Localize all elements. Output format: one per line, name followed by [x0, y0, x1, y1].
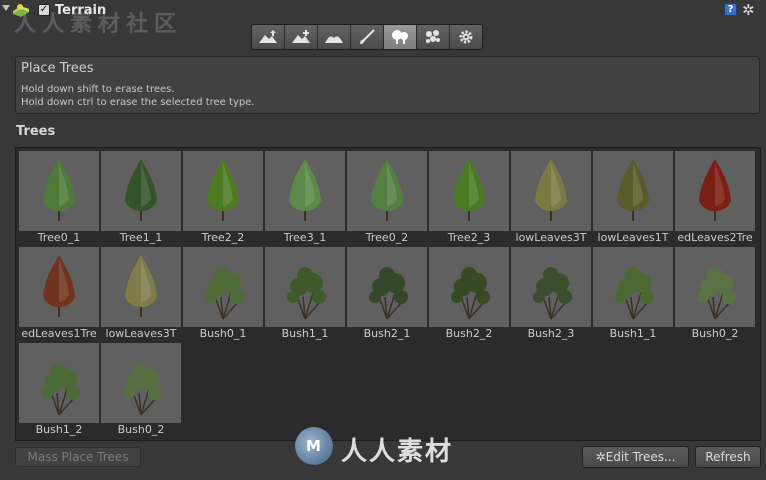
tool-place-trees[interactable] — [384, 25, 417, 49]
tree-prototype-tile[interactable]: Tree2_3 — [429, 151, 509, 247]
tree-preview-image — [101, 247, 181, 327]
place-trees-help-box: Place Trees Hold down shift to erase tre… — [15, 56, 760, 114]
tree-preview-image — [675, 151, 755, 231]
tree-preview-image — [675, 247, 755, 327]
tree-preview-image — [19, 247, 99, 327]
tree-prototype-label: lowLeaves1T — [597, 231, 669, 244]
tree-prototype-label: Bush2_2 — [445, 327, 493, 340]
tree-prototype-label: edLeaves1Tre — [21, 327, 97, 340]
tree-prototype-label: Tree2_3 — [447, 231, 491, 244]
tree-prototype-label: Bush0_1 — [199, 327, 247, 340]
tree-prototype-tile[interactable]: Bush0_2 — [101, 343, 181, 439]
refresh-button[interactable]: Refresh — [695, 446, 761, 468]
trees-icon — [392, 30, 408, 44]
tree-prototype-grid: Tree0_1 Tree1_1 Tree2_2 Tree3_1 Tree0_2 Tree2… — [15, 147, 761, 441]
tree-prototype-tile[interactable]: Bush2_2 — [429, 247, 509, 343]
tree-prototype-tile[interactable]: lowLeaves3T — [511, 151, 591, 247]
tree-preview-image — [19, 151, 99, 231]
tree-preview-image — [429, 247, 509, 327]
watermark-text: 人人素材社区 — [14, 12, 183, 37]
tree-prototype-tile[interactable]: Bush2_3 — [511, 247, 591, 343]
tree-prototype-tile[interactable]: Bush2_1 — [347, 247, 427, 343]
tree-preview-image — [511, 151, 591, 231]
tree-prototype-tile[interactable]: edLeaves2Tre — [675, 151, 755, 247]
tree-prototype-tile[interactable]: lowLeaves3T — [101, 247, 181, 343]
tree-preview-image — [593, 247, 673, 327]
tree-prototype-tile[interactable]: edLeaves1Tre — [19, 247, 99, 343]
trees-section-label: Trees — [16, 124, 56, 139]
tree-prototype-label: Bush2_1 — [363, 327, 411, 340]
tree-prototype-tile[interactable]: Tree1_1 — [101, 151, 181, 247]
help-text-erase: Hold down shift to erase trees. — [21, 84, 175, 95]
tree-prototype-tile[interactable]: Bush1_2 — [19, 343, 99, 439]
watermark-text: 人人素材 — [341, 437, 454, 467]
tree-prototype-label: Tree1_1 — [119, 231, 163, 244]
tree-prototype-label: Tree0_1 — [37, 231, 81, 244]
help-text-erase-selected: Hold down ctrl to erase the selected tre… — [21, 97, 255, 108]
tree-preview-image — [183, 151, 263, 231]
tree-preview-image — [347, 151, 427, 231]
tree-prototype-label: Bush2_3 — [527, 327, 575, 340]
tree-prototype-tile[interactable]: Bush0_1 — [183, 247, 263, 343]
tree-prototype-label: Bush0_2 — [691, 327, 739, 340]
tree-prototype-label: lowLeaves3T — [105, 327, 177, 340]
tree-preview-image — [429, 151, 509, 231]
tool-paint-height[interactable] — [285, 25, 318, 49]
tree-prototype-tile[interactable]: Bush0_2 — [675, 247, 755, 343]
tree-preview-image — [347, 247, 427, 327]
tree-prototype-label: Bush1_1 — [281, 327, 329, 340]
mass-place-trees-button[interactable]: Mass Place Trees — [15, 447, 141, 467]
tool-raise-lower-terrain[interactable] — [252, 25, 285, 49]
tree-prototype-tile[interactable]: lowLeaves1T — [593, 151, 673, 247]
component-header: ✓ Terrain 人人素材社区 ? ✲ — [0, 0, 766, 37]
tree-prototype-label: Bush1_2 — [35, 423, 83, 436]
brush-icon — [360, 29, 375, 44]
gear-menu-icon[interactable]: ✲ — [742, 1, 755, 19]
tree-preview-image — [593, 151, 673, 231]
watermark-logo-icon — [295, 427, 333, 465]
terrain-tool-bar — [251, 24, 483, 50]
tree-prototype-label: Bush1_1 — [609, 327, 657, 340]
edit-trees-button[interactable]: ✲Edit Trees... — [582, 446, 689, 468]
tree-preview-image — [19, 343, 99, 423]
tool-paint-details[interactable] — [417, 25, 450, 49]
tree-prototype-label: lowLeaves3T — [515, 231, 587, 244]
tree-prototype-tile[interactable]: Tree0_2 — [347, 151, 427, 247]
tool-terrain-settings[interactable] — [450, 25, 482, 49]
tree-prototype-tile[interactable]: Bush1_1 — [265, 247, 345, 343]
tree-preview-image — [101, 343, 181, 423]
tree-prototype-label: Bush0_2 — [117, 423, 165, 436]
tree-preview-image — [265, 151, 345, 231]
tree-preview-image — [101, 151, 181, 231]
tool-title: Place Trees — [21, 61, 94, 76]
mountain-arrow-icon — [259, 30, 277, 43]
tree-preview-image — [183, 247, 263, 327]
tree-prototype-label: Tree3_1 — [283, 231, 327, 244]
tree-prototype-label: edLeaves2Tre — [677, 231, 753, 244]
gear-icon — [459, 30, 473, 44]
help-icon[interactable]: ? — [724, 3, 737, 16]
tree-prototype-tile[interactable]: Tree0_1 — [19, 151, 99, 247]
mountain-plus-icon — [292, 30, 310, 43]
tree-prototype-label: Tree0_2 — [365, 231, 409, 244]
tree-prototype-tile[interactable]: Tree3_1 — [265, 151, 345, 247]
tree-preview-image — [265, 247, 345, 327]
tree-prototype-tile[interactable]: Bush1_1 — [593, 247, 673, 343]
tool-paint-texture[interactable] — [351, 25, 384, 49]
tree-prototype-tile[interactable]: Tree2_2 — [183, 151, 263, 247]
mountain-smooth-icon — [325, 36, 343, 43]
tool-smooth-height[interactable] — [318, 25, 351, 49]
tree-prototype-label: Tree2_2 — [201, 231, 245, 244]
tree-preview-image — [511, 247, 591, 327]
foldout-arrow-icon[interactable] — [2, 5, 10, 11]
flowers-icon — [426, 30, 440, 43]
